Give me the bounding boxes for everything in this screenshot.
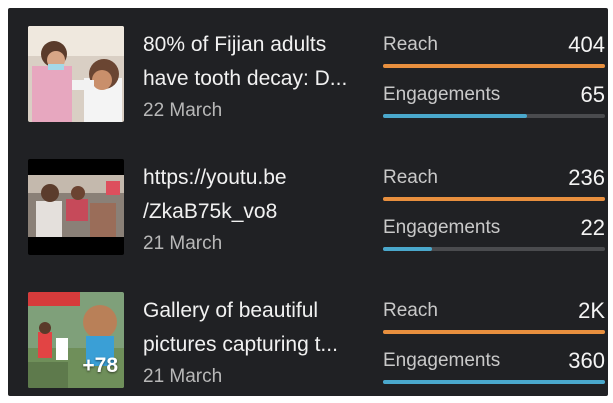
engagements-value: 65 — [580, 82, 605, 107]
engagements-bar — [383, 247, 432, 251]
post-date: 21 March — [143, 366, 223, 387]
post-thumbnail[interactable]: +78 — [28, 292, 124, 388]
video-icon — [28, 159, 124, 255]
post-thumbnail[interactable] — [28, 26, 124, 122]
engagements-label: Engagements — [383, 217, 501, 238]
post-insights-panel: 80% of Fijian adults have tooth decay: D… — [8, 8, 608, 396]
post-title[interactable]: https://youtu.be /ZkaB75k_vo8 — [143, 161, 368, 229]
reach-value: 236 — [568, 165, 605, 190]
reach-label: Reach — [383, 167, 438, 188]
reach-value: 2K — [578, 298, 605, 323]
engagements-bar — [383, 380, 605, 384]
engagements-label: Engagements — [383, 350, 501, 371]
reach-label: Reach — [383, 300, 438, 321]
post-title[interactable]: Gallery of beautiful pictures capturing … — [143, 294, 368, 362]
post-row[interactable]: +78 Gallery of beautiful pictures captur… — [8, 274, 608, 394]
reach-bar-track — [383, 330, 605, 334]
post-row[interactable]: https://youtu.be /ZkaB75k_vo8 21 March R… — [8, 141, 608, 261]
engagements-value: 22 — [580, 215, 605, 240]
post-title[interactable]: 80% of Fijian adults have tooth decay: D… — [143, 28, 368, 96]
reach-bar — [383, 330, 605, 334]
post-row[interactable]: 80% of Fijian adults have tooth decay: D… — [8, 8, 608, 128]
reach-bar — [383, 197, 605, 201]
reach-bar — [383, 64, 605, 68]
reach-bar-track — [383, 64, 605, 68]
engagements-bar-track — [383, 114, 605, 118]
post-date: 21 March — [143, 233, 223, 254]
photo-icon — [28, 26, 124, 122]
post-date: 22 March — [143, 100, 223, 121]
engagements-bar-track — [383, 380, 605, 384]
reach-label: Reach — [383, 34, 438, 55]
extra-photos-count: +78 — [82, 354, 118, 377]
engagements-value: 360 — [568, 348, 605, 373]
reach-value: 404 — [568, 32, 605, 57]
reach-bar-track — [383, 197, 605, 201]
engagements-bar — [383, 114, 528, 118]
engagements-label: Engagements — [383, 84, 501, 105]
post-thumbnail[interactable] — [28, 159, 124, 255]
engagements-bar-track — [383, 247, 605, 251]
